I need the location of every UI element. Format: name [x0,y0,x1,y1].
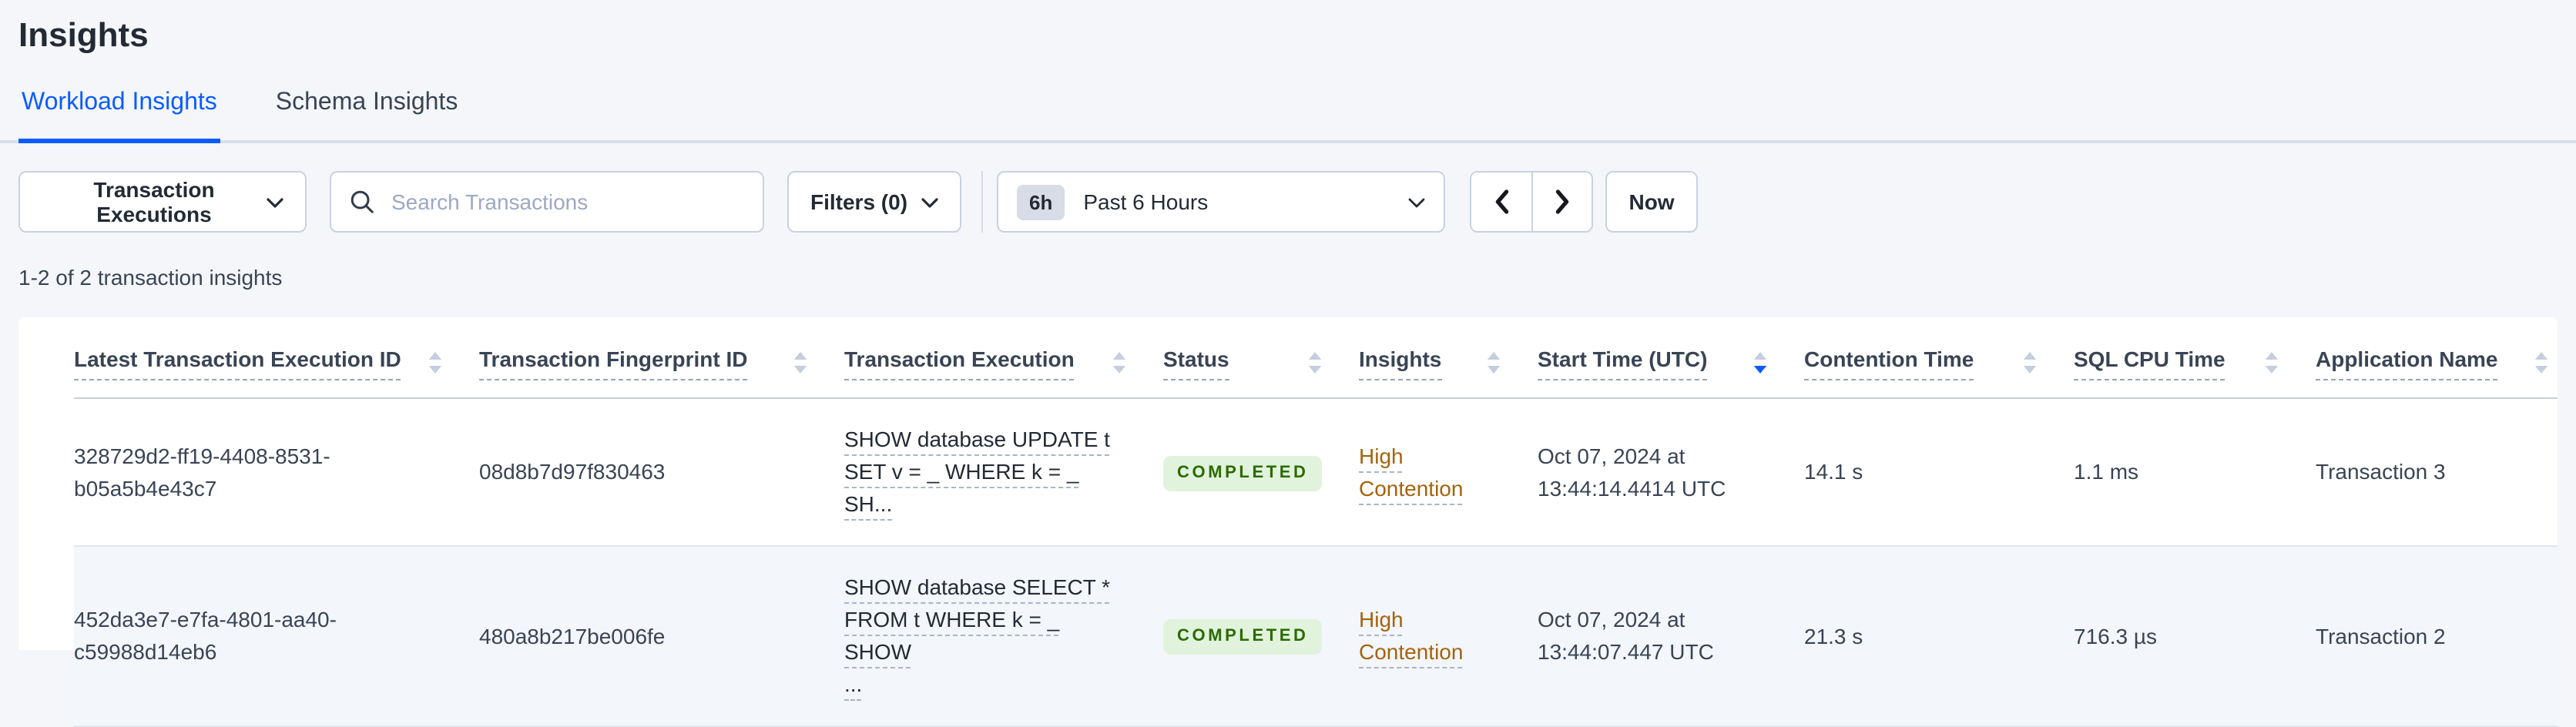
sort-icon [2534,351,2548,374]
sql-cpu-time: 716.3 µs [2074,623,2157,648]
chevron-down-icon [1408,189,1425,214]
start-time: Oct 07, 2024 at 13:44:07.447 UTC [1538,607,1714,664]
column-label: Contention Time [1804,345,1974,380]
transaction-insights-table: Latest Transaction Execution ID Transact… [74,317,2558,727]
contention-time: 14.1 s [1804,459,1863,484]
start-time: Oct 07, 2024 at 13:44:14.4414 UTC [1538,443,1726,500]
latest-execution-id: 452da3e7-e7fa-4801-aa40- c59988d14eb6 [74,607,337,664]
time-range-shortcut-badge: 6h [1017,184,1065,219]
search-icon [350,189,374,214]
column-header-start-time[interactable]: Start Time (UTC) [1538,317,1804,399]
tab-bar: Workload Insights Schema Insights [0,88,2576,143]
contention-time: 21.3 s [1804,623,1863,648]
sql-cpu-time: 1.1 ms [2074,459,2139,484]
column-label: Start Time (UTC) [1538,345,1708,380]
time-pager [1470,171,1594,233]
time-range-picker[interactable]: 6h Past 6 Hours [997,171,1446,233]
column-label: Status [1163,345,1229,380]
filters-button[interactable]: Filters (0) [787,171,962,233]
status-badge: COMPLETED [1163,455,1323,491]
latest-execution-id: 328729d2-ff19-4408-8531- b05a5b4e43c7 [74,443,330,500]
insights-page: Insights Workload Insights Schema Insigh… [0,0,2576,727]
status-badge: COMPLETED [1163,619,1323,655]
column-header-sql-cpu-time[interactable]: SQL CPU Time [2074,317,2316,399]
sort-icon [1308,351,1322,374]
sort-icon [2265,351,2279,374]
sort-icon [1487,351,1501,374]
time-range-label: Past 6 Hours [1083,189,1209,214]
column-label: Application Name [2316,345,2498,380]
search-box [330,171,764,233]
chevron-down-icon [921,189,938,214]
tab-workload-insights[interactable]: Workload Insights [18,88,220,143]
chevron-left-icon [1494,189,1509,214]
column-label: Transaction Execution [844,345,1075,380]
search-input[interactable] [388,188,744,216]
fingerprint-id: 08d8b7d97f830463 [479,459,666,484]
tab-schema-insights[interactable]: Schema Insights [273,88,461,143]
column-label: SQL CPU Time [2074,345,2225,380]
column-label: Insights [1359,345,1442,380]
previous-time-range-button[interactable] [1471,173,1532,231]
next-time-range-button[interactable] [1531,173,1592,231]
sort-icon-descending-active [1753,351,1767,374]
fingerprint-id: 480a8b217be006fe [479,623,666,648]
column-header-latest-transaction-execution-id[interactable]: Latest Transaction Execution ID [74,317,479,399]
sort-icon [428,351,442,374]
chevron-down-icon [267,189,283,214]
column-label: Latest Transaction Execution ID [74,345,401,380]
chevron-right-icon [1555,189,1570,214]
application-name: Transaction 2 [2316,623,2446,648]
column-label: Transaction Fingerprint ID [479,345,748,380]
column-header-status[interactable]: Status [1163,317,1359,399]
table-header-row: Latest Transaction Execution ID Transact… [74,317,2558,399]
page-header: Insights [0,0,2576,55]
transaction-execution-link[interactable]: SHOW database UPDATE t SET v = _ WHERE k… [844,427,1110,516]
application-name: Transaction 3 [2316,459,2446,484]
sort-icon [793,351,807,374]
column-header-insights[interactable]: Insights [1359,317,1538,399]
column-header-transaction-execution[interactable]: Transaction Execution [844,317,1163,399]
now-button[interactable]: Now [1605,171,1699,233]
column-header-transaction-fingerprint-id[interactable]: Transaction Fingerprint ID [479,317,844,399]
results-summary: 1-2 of 2 transaction insights [18,265,283,290]
transaction-execution-link[interactable]: SHOW database SELECT * FROM t WHERE k = … [844,575,1110,696]
insight-link[interactable]: High Contention [1359,443,1463,500]
filters-button-label: Filters (0) [810,189,908,214]
sort-icon [2023,351,2037,374]
column-header-application-name[interactable]: Application Name [2316,317,2558,399]
toolbar: Transaction Executions Filters (0) 6h Pa… [18,171,2558,233]
toolbar-divider [981,171,984,233]
insight-link[interactable]: High Contention [1359,607,1463,664]
table-row: 328729d2-ff19-4408-8531- b05a5b4e43c7 08… [74,398,2558,547]
insight-type-dropdown-label: Transaction Executions [93,177,215,226]
insight-type-dropdown[interactable]: Transaction Executions [18,171,307,233]
page-title: Insights [18,15,149,54]
column-header-contention-time[interactable]: Contention Time [1804,317,2074,399]
sort-icon [1112,351,1126,374]
table-row: 452da3e7-e7fa-4801-aa40- c59988d14eb6 48… [74,546,2558,727]
insights-table-card: Latest Transaction Execution ID Transact… [18,317,2558,727]
